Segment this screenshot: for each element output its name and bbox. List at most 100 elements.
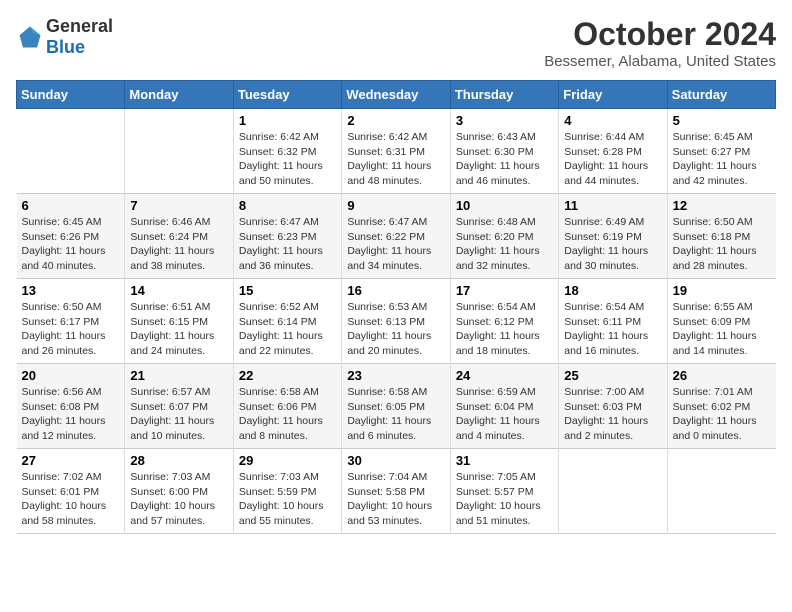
day-number: 6	[22, 198, 120, 213]
day-info: Sunrise: 6:47 AM Sunset: 6:23 PM Dayligh…	[239, 215, 336, 274]
day-cell: 26Sunrise: 7:01 AM Sunset: 6:02 PM Dayli…	[667, 364, 775, 449]
day-info: Sunrise: 6:56 AM Sunset: 6:08 PM Dayligh…	[22, 385, 120, 444]
day-info: Sunrise: 6:45 AM Sunset: 6:26 PM Dayligh…	[22, 215, 120, 274]
day-info: Sunrise: 6:42 AM Sunset: 6:32 PM Dayligh…	[239, 130, 336, 189]
day-cell	[125, 109, 233, 194]
day-number: 3	[456, 113, 553, 128]
day-number: 11	[564, 198, 661, 213]
day-number: 24	[456, 368, 553, 383]
day-number: 21	[130, 368, 227, 383]
day-info: Sunrise: 7:01 AM Sunset: 6:02 PM Dayligh…	[673, 385, 771, 444]
day-cell: 3 Sunrise: 6:43 AM Sunset: 6:30 PM Daylig…	[450, 109, 558, 194]
week-row-2: 6 Sunrise: 6:45 AM Sunset: 6:26 PM Daylig…	[17, 194, 776, 279]
day-cell: 2Sunrise: 6:42 AM Sunset: 6:31 PM Daylig…	[342, 109, 450, 194]
column-header-monday: Monday	[125, 81, 233, 109]
day-number: 4	[564, 113, 661, 128]
day-info: Sunrise: 6:52 AM Sunset: 6:14 PM Dayligh…	[239, 300, 336, 359]
day-number: 31	[456, 453, 553, 468]
day-number: 5	[673, 113, 771, 128]
day-info: Sunrise: 6:54 AM Sunset: 6:12 PM Dayligh…	[456, 300, 553, 359]
column-header-wednesday: Wednesday	[342, 81, 450, 109]
day-cell: 7 Sunrise: 6:46 AM Sunset: 6:24 PM Daylig…	[125, 194, 233, 279]
day-cell: 10 Sunrise: 6:48 AM Sunset: 6:20 PM Dayli…	[450, 194, 558, 279]
day-info: Sunrise: 6:59 AM Sunset: 6:04 PM Dayligh…	[456, 385, 553, 444]
day-number: 19	[673, 283, 771, 298]
week-row-1: 1 Sunrise: 6:42 AM Sunset: 6:32 PM Daylig…	[17, 109, 776, 194]
day-info: Sunrise: 6:53 AM Sunset: 6:13 PM Dayligh…	[347, 300, 444, 359]
day-number: 13	[22, 283, 120, 298]
week-row-5: 27 Sunrise: 7:02 AM Sunset: 6:01 PM Dayli…	[17, 449, 776, 534]
day-info: Sunrise: 6:42 AM Sunset: 6:31 PM Dayligh…	[347, 130, 444, 189]
day-cell: 14 Sunrise: 6:51 AM Sunset: 6:15 PM Dayli…	[125, 279, 233, 364]
day-info: Sunrise: 6:58 AM Sunset: 6:05 PM Dayligh…	[347, 385, 444, 444]
day-cell: 25Sunrise: 7:00 AM Sunset: 6:03 PM Dayli…	[559, 364, 667, 449]
header-row: SundayMondayTuesdayWednesdayThursdayFrid…	[17, 81, 776, 109]
column-header-thursday: Thursday	[450, 81, 558, 109]
day-number: 17	[456, 283, 553, 298]
day-cell: 19 Sunrise: 6:55 AM Sunset: 6:09 PM Dayli…	[667, 279, 775, 364]
day-number: 12	[673, 198, 771, 213]
week-row-3: 13 Sunrise: 6:50 AM Sunset: 6:17 PM Dayli…	[17, 279, 776, 364]
day-info: Sunrise: 6:54 AM Sunset: 6:11 PM Dayligh…	[564, 300, 661, 359]
day-info: Sunrise: 7:02 AM Sunset: 6:01 PM Dayligh…	[22, 470, 120, 529]
day-info: Sunrise: 7:03 AM Sunset: 6:00 PM Dayligh…	[130, 470, 227, 529]
day-number: 20	[22, 368, 120, 383]
day-number: 29	[239, 453, 336, 468]
day-cell	[667, 449, 775, 534]
day-number: 15	[239, 283, 336, 298]
day-info: Sunrise: 6:46 AM Sunset: 6:24 PM Dayligh…	[130, 215, 227, 274]
column-header-sunday: Sunday	[17, 81, 125, 109]
day-cell: 8Sunrise: 6:47 AM Sunset: 6:23 PM Daylig…	[233, 194, 341, 279]
day-info: Sunrise: 6:45 AM Sunset: 6:27 PM Dayligh…	[673, 130, 771, 189]
day-info: Sunrise: 7:04 AM Sunset: 5:58 PM Dayligh…	[347, 470, 444, 529]
day-number: 1	[239, 113, 336, 128]
column-header-saturday: Saturday	[667, 81, 775, 109]
day-cell: 22 Sunrise: 6:58 AM Sunset: 6:06 PM Dayli…	[233, 364, 341, 449]
day-number: 14	[130, 283, 227, 298]
day-cell: 29 Sunrise: 7:03 AM Sunset: 5:59 PM Dayli…	[233, 449, 341, 534]
day-info: Sunrise: 6:58 AM Sunset: 6:06 PM Dayligh…	[239, 385, 336, 444]
logo: General Blue	[16, 16, 113, 58]
day-info: Sunrise: 6:51 AM Sunset: 6:15 PM Dayligh…	[130, 300, 227, 359]
day-number: 10	[456, 198, 553, 213]
day-cell	[17, 109, 125, 194]
day-info: Sunrise: 6:43 AM Sunset: 6:30 PM Dayligh…	[456, 130, 553, 189]
day-cell: 23 Sunrise: 6:58 AM Sunset: 6:05 PM Dayli…	[342, 364, 450, 449]
day-cell: 9Sunrise: 6:47 AM Sunset: 6:22 PM Daylig…	[342, 194, 450, 279]
day-info: Sunrise: 6:48 AM Sunset: 6:20 PM Dayligh…	[456, 215, 553, 274]
column-header-friday: Friday	[559, 81, 667, 109]
day-info: Sunrise: 6:50 AM Sunset: 6:18 PM Dayligh…	[673, 215, 771, 274]
day-info: Sunrise: 7:05 AM Sunset: 5:57 PM Dayligh…	[456, 470, 553, 529]
day-cell: 1 Sunrise: 6:42 AM Sunset: 6:32 PM Daylig…	[233, 109, 341, 194]
day-cell: 13 Sunrise: 6:50 AM Sunset: 6:17 PM Dayli…	[17, 279, 125, 364]
day-info: Sunrise: 6:44 AM Sunset: 6:28 PM Dayligh…	[564, 130, 661, 189]
day-number: 18	[564, 283, 661, 298]
day-number: 30	[347, 453, 444, 468]
day-cell: 15 Sunrise: 6:52 AM Sunset: 6:14 PM Dayli…	[233, 279, 341, 364]
day-cell: 28Sunrise: 7:03 AM Sunset: 6:00 PM Dayli…	[125, 449, 233, 534]
day-info: Sunrise: 7:03 AM Sunset: 5:59 PM Dayligh…	[239, 470, 336, 529]
day-cell: 4 Sunrise: 6:44 AM Sunset: 6:28 PM Daylig…	[559, 109, 667, 194]
day-cell: 17 Sunrise: 6:54 AM Sunset: 6:12 PM Dayli…	[450, 279, 558, 364]
day-info: Sunrise: 7:00 AM Sunset: 6:03 PM Dayligh…	[564, 385, 661, 444]
day-cell: 12 Sunrise: 6:50 AM Sunset: 6:18 PM Dayli…	[667, 194, 775, 279]
day-number: 23	[347, 368, 444, 383]
day-number: 22	[239, 368, 336, 383]
day-cell: 5 Sunrise: 6:45 AM Sunset: 6:27 PM Daylig…	[667, 109, 775, 194]
day-cell	[559, 449, 667, 534]
day-number: 16	[347, 283, 444, 298]
day-cell: 24 Sunrise: 6:59 AM Sunset: 6:04 PM Dayli…	[450, 364, 558, 449]
day-cell: 31 Sunrise: 7:05 AM Sunset: 5:57 PM Dayli…	[450, 449, 558, 534]
day-cell: 16 Sunrise: 6:53 AM Sunset: 6:13 PM Dayli…	[342, 279, 450, 364]
day-number: 9	[347, 198, 444, 213]
day-cell: 30 Sunrise: 7:04 AM Sunset: 5:58 PM Dayli…	[342, 449, 450, 534]
day-info: Sunrise: 6:57 AM Sunset: 6:07 PM Dayligh…	[130, 385, 227, 444]
day-cell: 11Sunrise: 6:49 AM Sunset: 6:19 PM Dayli…	[559, 194, 667, 279]
day-info: Sunrise: 6:50 AM Sunset: 6:17 PM Dayligh…	[22, 300, 120, 359]
day-cell: 18 Sunrise: 6:54 AM Sunset: 6:11 PM Dayli…	[559, 279, 667, 364]
day-cell: 20 Sunrise: 6:56 AM Sunset: 6:08 PM Dayli…	[17, 364, 125, 449]
day-number: 7	[130, 198, 227, 213]
day-number: 27	[22, 453, 120, 468]
day-info: Sunrise: 6:55 AM Sunset: 6:09 PM Dayligh…	[673, 300, 771, 359]
month-title: October 2024	[544, 16, 776, 53]
